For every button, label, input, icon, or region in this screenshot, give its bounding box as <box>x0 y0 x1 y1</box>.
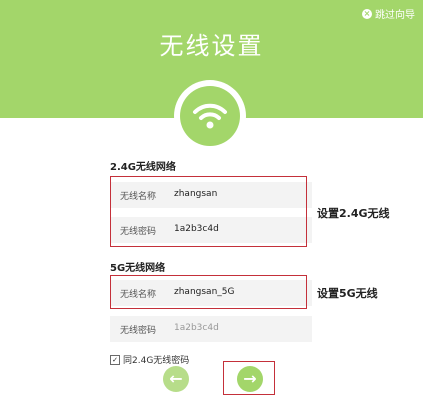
skip-wizard-label: 跳过向导 <box>375 10 415 21</box>
band5-highlight-box <box>110 275 307 309</box>
wifi-icon <box>193 103 227 129</box>
next-highlight-box <box>223 361 275 395</box>
arrow-left-icon: ← <box>169 369 183 388</box>
band5-section-label: 5G无线网络 <box>110 263 166 274</box>
band24-section-label: 2.4G无线网络 <box>110 162 176 173</box>
band24-annotation: 设置2.4G无线 <box>317 207 390 220</box>
back-button[interactable]: ← <box>163 366 189 392</box>
band24-highlight-box <box>110 176 307 247</box>
band5-password-input[interactable] <box>174 323 304 333</box>
page-title: 无线设置 <box>159 32 264 60</box>
same-password-checkbox[interactable]: ✓ <box>110 354 120 365</box>
skip-wizard-link[interactable]: × 跳过向导 <box>362 6 415 21</box>
close-icon: × <box>362 8 372 19</box>
band5-password-row: 无线密码 <box>110 316 312 342</box>
band5-annotation: 设置5G无线 <box>317 287 378 300</box>
band5-password-label: 无线密码 <box>120 326 157 336</box>
same-password-checkbox-row[interactable]: ✓ 同2.4G无线密码 <box>110 353 189 366</box>
wifi-badge <box>174 80 246 152</box>
same-password-label: 同2.4G无线密码 <box>123 356 190 366</box>
